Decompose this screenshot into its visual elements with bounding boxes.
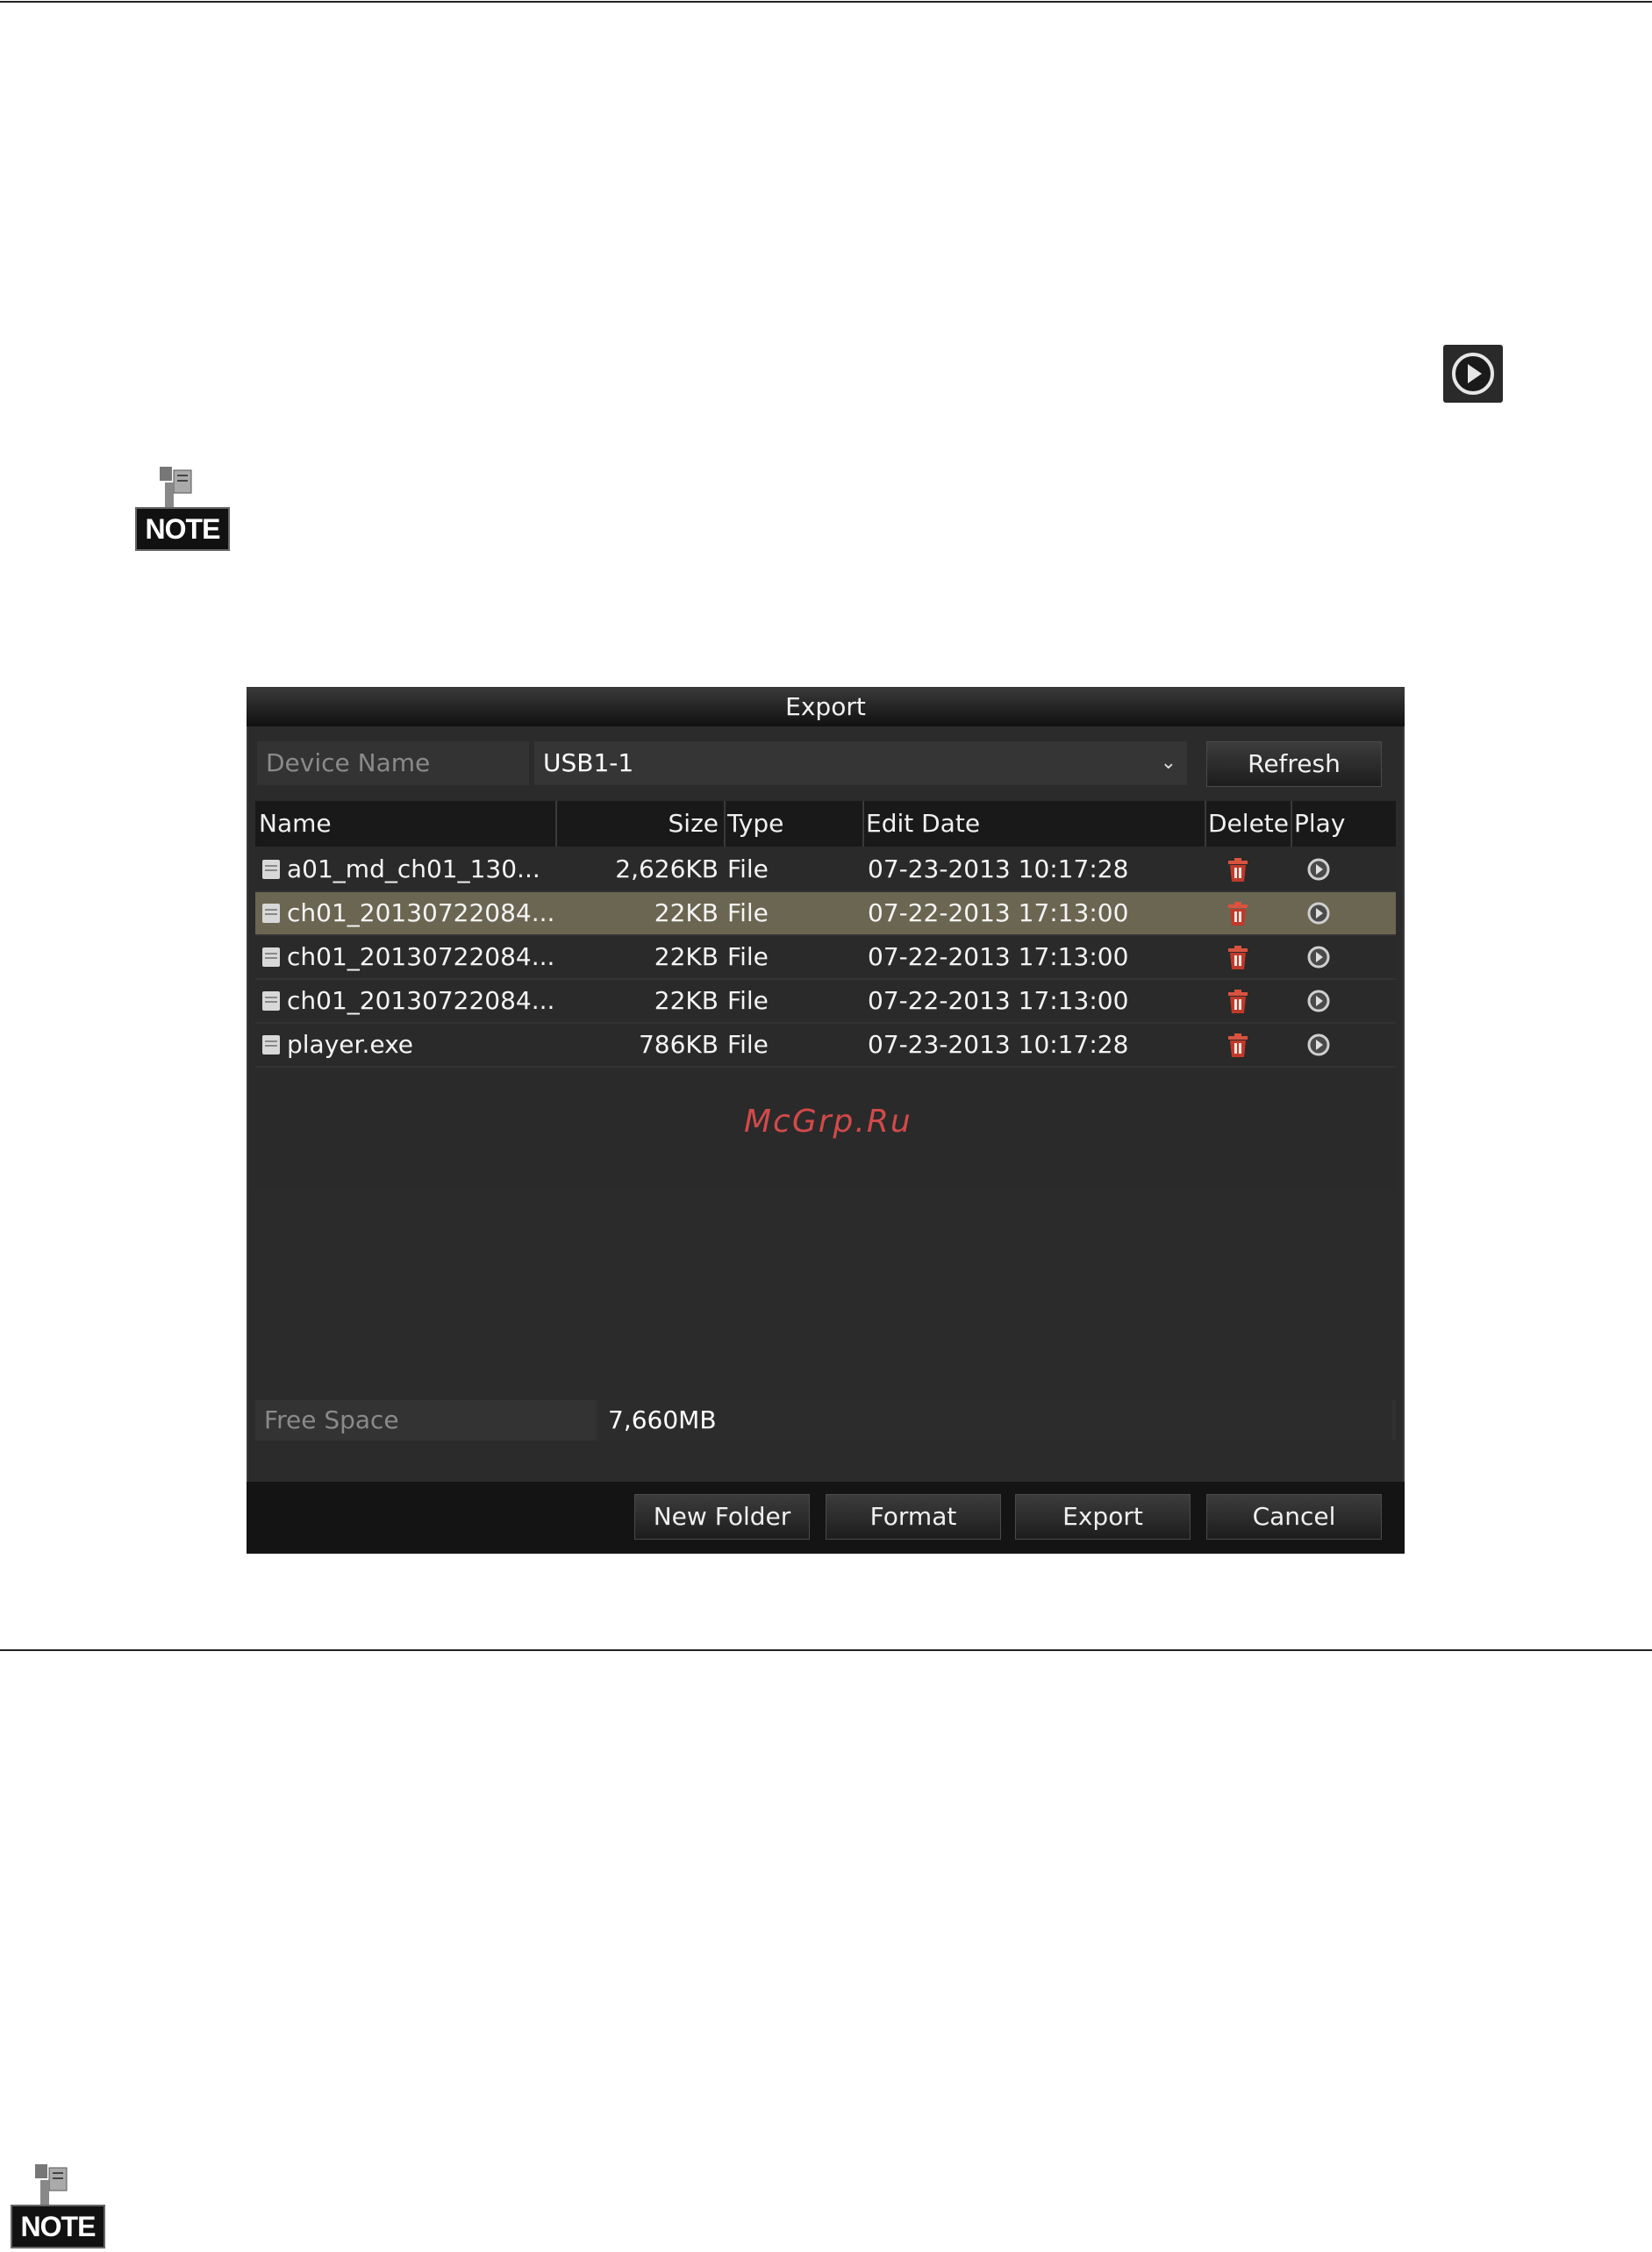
column-play[interactable]: Play (1291, 801, 1391, 847)
row-type: File (727, 986, 769, 1015)
column-delete[interactable]: Delete (1205, 801, 1292, 847)
cancel-button[interactable]: Cancel (1206, 1494, 1382, 1540)
file-icon (262, 860, 280, 879)
file-icon (262, 1035, 280, 1055)
row-size: 22KB (654, 942, 719, 971)
note-icon: NOTE (7, 2163, 105, 2252)
row-name: ch01_20130722084... (287, 898, 555, 927)
column-size[interactable]: Size (554, 801, 726, 847)
row-size: 22KB (654, 986, 719, 1015)
table-header: Name Size Type Edit Date Delete Play (255, 801, 1396, 847)
row-size: 22KB (654, 898, 719, 927)
file-icon (262, 947, 280, 967)
note-label: NOTE (135, 507, 230, 551)
play-circle-icon[interactable] (1306, 989, 1331, 1019)
free-space-row: Free Space 7,660MB (255, 1400, 1396, 1441)
play-circle-icon[interactable] (1306, 945, 1331, 976)
row-name: player.exe (287, 1030, 414, 1059)
device-select-value: USB1-1 (543, 748, 634, 777)
file-icon (262, 991, 280, 1011)
trash-icon[interactable] (1226, 857, 1250, 890)
column-type[interactable]: Type (724, 801, 864, 847)
table-row[interactable]: ch01_20130722084... 22KB File 07-22-2013… (255, 936, 1396, 980)
row-edit-date: 07-23-2013 10:17:28 (868, 854, 1129, 883)
row-edit-date: 07-22-2013 17:13:00 (868, 986, 1129, 1015)
table-row[interactable]: ch01_20130722084... 22KB File 07-22-2013… (255, 892, 1396, 936)
device-select[interactable]: USB1-1 ⌄ (534, 741, 1187, 785)
table-row[interactable]: ch01_20130722084... 22KB File 07-22-2013… (255, 980, 1396, 1024)
row-type: File (727, 854, 769, 883)
trash-icon[interactable] (1226, 989, 1250, 1021)
row-type: File (727, 898, 769, 927)
dialog-title: Export (247, 687, 1405, 726)
column-edit-date[interactable]: Edit Date (862, 801, 1206, 847)
refresh-button[interactable]: Refresh (1206, 741, 1382, 787)
watermark: McGrp.Ru (744, 1104, 912, 1140)
play-circle-icon[interactable] (1306, 901, 1331, 932)
column-name[interactable]: Name (255, 801, 557, 847)
trash-icon[interactable] (1226, 901, 1250, 933)
note-icon: NOTE (132, 465, 230, 554)
file-icon (262, 904, 280, 923)
section-rule (0, 1649, 1652, 1651)
row-size: 786KB (638, 1030, 719, 1059)
trash-icon[interactable] (1226, 945, 1250, 977)
chevron-down-icon: ⌄ (1160, 752, 1176, 774)
row-edit-date: 07-23-2013 10:17:28 (868, 1030, 1129, 1059)
row-name: ch01_20130722084... (287, 986, 555, 1015)
table-row[interactable]: player.exe 786KB File 07-23-2013 10:17:2… (255, 1024, 1396, 1068)
free-space-value: 7,660MB (597, 1400, 1392, 1441)
row-type: File (727, 942, 769, 971)
row-name: a01_md_ch01_130... (287, 854, 540, 883)
play-circle-icon[interactable] (1306, 1033, 1331, 1063)
table-row[interactable]: a01_md_ch01_130... 2,626KB File 07-23-20… (255, 848, 1396, 892)
new-folder-button[interactable]: New Folder (634, 1494, 810, 1540)
play-circle-icon (1443, 345, 1503, 403)
free-space-label: Free Space (255, 1400, 594, 1441)
export-button[interactable]: Export (1015, 1494, 1191, 1540)
row-type: File (727, 1030, 769, 1059)
row-edit-date: 07-22-2013 17:13:00 (868, 942, 1129, 971)
device-name-label: Device Name (257, 741, 529, 785)
row-name: ch01_20130722084... (287, 942, 555, 971)
dialog-footer: New Folder Format Export Cancel (247, 1482, 1405, 1554)
row-size: 2,626KB (615, 854, 719, 883)
format-button[interactable]: Format (826, 1494, 1001, 1540)
top-rule (0, 1, 1652, 3)
play-circle-icon[interactable] (1306, 857, 1331, 888)
note-label: NOTE (11, 2205, 105, 2248)
row-edit-date: 07-22-2013 17:13:00 (868, 898, 1129, 927)
trash-icon[interactable] (1226, 1033, 1250, 1065)
